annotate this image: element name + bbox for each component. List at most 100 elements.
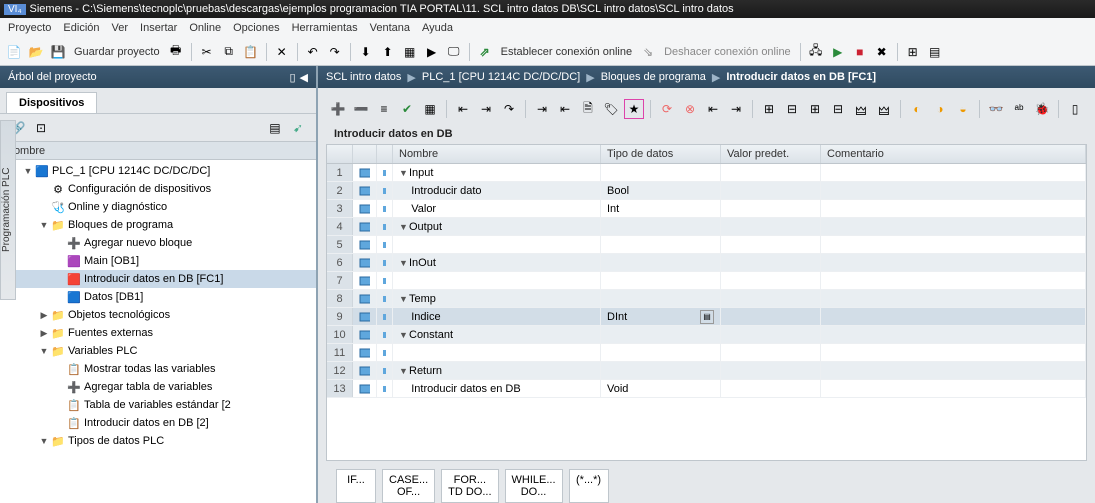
ed-tree2-icon[interactable]: 🜲 bbox=[874, 99, 894, 119]
col-valor[interactable]: Valor predet. bbox=[721, 145, 821, 163]
cell-default[interactable] bbox=[721, 254, 821, 271]
grid-row[interactable]: 11 bbox=[327, 344, 1086, 362]
cell-name[interactable] bbox=[393, 272, 601, 289]
ed-monitor1-icon[interactable]: ◐ bbox=[907, 99, 927, 119]
cell-name[interactable]: ▼Constant bbox=[393, 326, 601, 343]
expand-icon[interactable]: ▼ bbox=[38, 436, 50, 446]
cell-default[interactable] bbox=[721, 218, 821, 235]
ed-tree1-icon[interactable]: 🜲 bbox=[851, 99, 871, 119]
ed-prev-icon[interactable]: ⇤ bbox=[453, 99, 473, 119]
tree-node[interactable]: ▼📁Bloques de programa bbox=[0, 216, 316, 234]
save-icon[interactable]: 💾 bbox=[48, 42, 68, 62]
grid-row[interactable]: 7 bbox=[327, 272, 1086, 290]
tree-node[interactable]: ➕Agregar tabla de variables bbox=[0, 378, 316, 396]
menu-herramientas[interactable]: Herramientas bbox=[292, 22, 358, 34]
cell-comment[interactable] bbox=[821, 380, 1086, 397]
ed-comment-icon[interactable]: 🗎 bbox=[578, 99, 598, 119]
delete-icon[interactable]: ✕ bbox=[272, 42, 292, 62]
menu-edicion[interactable]: Edición bbox=[63, 22, 99, 34]
expand-icon[interactable]: ▼ bbox=[22, 166, 34, 176]
cell-default[interactable] bbox=[721, 290, 821, 307]
grid-row[interactable]: 6▼InOut bbox=[327, 254, 1086, 272]
tree-node[interactable]: 🟦Datos [DB1] bbox=[0, 288, 316, 306]
go-online-label[interactable]: Establecer conexión online bbox=[497, 46, 636, 58]
col-comentario[interactable]: Comentario bbox=[821, 145, 1086, 163]
cell-type[interactable] bbox=[601, 290, 721, 307]
menu-ventana[interactable]: Ventana bbox=[370, 22, 410, 34]
expand-icon[interactable]: ▼ bbox=[399, 168, 409, 178]
accessible-devices-icon[interactable]: 🖧 bbox=[806, 42, 826, 62]
ed-expand1-icon[interactable]: ⊞ bbox=[759, 99, 779, 119]
expand-icon[interactable]: ▼ bbox=[399, 294, 409, 304]
datatype-picker-icon[interactable]: ▤ bbox=[700, 310, 714, 324]
cell-type[interactable] bbox=[601, 236, 721, 253]
cell-comment[interactable] bbox=[821, 290, 1086, 307]
expand-icon[interactable]: ▼ bbox=[399, 222, 409, 232]
copy-icon[interactable]: ⧉ bbox=[219, 42, 239, 62]
grid-row[interactable]: 2 Introducir datoBool bbox=[327, 182, 1086, 200]
cell-comment[interactable] bbox=[821, 254, 1086, 271]
cell-name[interactable]: Introducir dato bbox=[393, 182, 601, 199]
ed-collapse2-icon[interactable]: ⊟ bbox=[828, 99, 848, 119]
redo-icon[interactable]: ↷ bbox=[325, 42, 345, 62]
cell-default[interactable] bbox=[721, 344, 821, 361]
ed-tag-icon[interactable]: 🏷 bbox=[601, 99, 621, 119]
cell-name[interactable]: ▼Temp bbox=[393, 290, 601, 307]
split-icon[interactable]: ⊞ bbox=[903, 42, 923, 62]
cell-type[interactable] bbox=[601, 164, 721, 181]
cell-type[interactable]: Int bbox=[601, 200, 721, 217]
tree-node[interactable]: ➕Agregar nuevo bloque bbox=[0, 234, 316, 252]
snippet-case[interactable]: CASE...OF... bbox=[382, 469, 435, 503]
ed-collapse1-icon[interactable]: ⊞ bbox=[805, 99, 825, 119]
expand-icon[interactable]: ▼ bbox=[399, 366, 409, 376]
interface-grid[interactable]: Nombre Tipo de datos Valor predet. Comen… bbox=[326, 144, 1087, 461]
ed-glasses-icon[interactable]: 👓 bbox=[986, 99, 1006, 119]
compile-icon[interactable]: ▦ bbox=[400, 42, 420, 62]
ed-build-icon[interactable]: ≡ bbox=[374, 99, 394, 119]
cell-default[interactable] bbox=[721, 326, 821, 343]
new-project-icon[interactable]: 📄 bbox=[4, 42, 24, 62]
expand-icon[interactable]: ▼ bbox=[399, 258, 409, 268]
tree-node[interactable]: 📋Mostrar todas las variables bbox=[0, 360, 316, 378]
expand-icon[interactable]: ▶ bbox=[38, 310, 50, 321]
cell-default[interactable] bbox=[721, 164, 821, 181]
cpu-start-icon[interactable]: ▶ bbox=[828, 42, 848, 62]
cell-type[interactable]: DInt▤ bbox=[601, 308, 721, 325]
cell-comment[interactable] bbox=[821, 362, 1086, 379]
tree-collapse-icon[interactable]: ◀ bbox=[300, 71, 308, 84]
ed-goto-icon[interactable]: ↷ bbox=[499, 99, 519, 119]
cell-comment[interactable] bbox=[821, 218, 1086, 235]
grid-row[interactable]: 3 ValorInt bbox=[327, 200, 1086, 218]
go-offline-icon[interactable]: ⇘ bbox=[638, 42, 658, 62]
tree-node[interactable]: 🩺Online y diagnóstico bbox=[0, 198, 316, 216]
detail-view-icon[interactable]: ⊡ bbox=[31, 118, 51, 138]
cell-name[interactable]: ▼Output bbox=[393, 218, 601, 235]
download-icon[interactable]: ⬇ bbox=[356, 42, 376, 62]
tree-node[interactable]: 🟥Introducir datos en DB [FC1] bbox=[0, 270, 316, 288]
open-project-icon[interactable]: 📂 bbox=[26, 42, 46, 62]
menu-ayuda[interactable]: Ayuda bbox=[422, 22, 453, 34]
breadcrumb-item[interactable]: PLC_1 [CPU 1214C DC/DC/DC] bbox=[422, 71, 580, 83]
ed-delete-row-icon[interactable]: ➖ bbox=[351, 99, 371, 119]
tree-node[interactable]: ▼📁Variables PLC bbox=[0, 342, 316, 360]
cross-ref-icon[interactable]: ✖ bbox=[872, 42, 892, 62]
snippet-for[interactable]: FOR...TD DO... bbox=[441, 469, 498, 503]
cut-icon[interactable]: ✂ bbox=[197, 42, 217, 62]
project-tree[interactable]: Nombre ▼🟦PLC_1 [CPU 1214C DC/DC/DC]⚙Conf… bbox=[0, 142, 316, 503]
ed-region-icon[interactable]: ⟳ bbox=[657, 99, 677, 119]
cell-type[interactable]: Bool bbox=[601, 182, 721, 199]
expand-icon[interactable]: ▼ bbox=[38, 220, 50, 230]
ed-next-icon[interactable]: ⇥ bbox=[476, 99, 496, 119]
ed-outdent-icon[interactable]: ⇤ bbox=[555, 99, 575, 119]
cell-comment[interactable] bbox=[821, 326, 1086, 343]
grid-row[interactable]: 13 Introducir datos en DBVoid bbox=[327, 380, 1086, 398]
sidebar-label[interactable]: Programación PLC bbox=[0, 120, 16, 300]
ed-bookmark-icon[interactable]: ★ bbox=[624, 99, 644, 119]
cell-type[interactable] bbox=[601, 344, 721, 361]
ed-nav1-icon[interactable]: ⇤ bbox=[703, 99, 723, 119]
tree-filter-icon[interactable]: ▤ bbox=[265, 118, 285, 138]
cell-default[interactable] bbox=[721, 200, 821, 217]
cell-name[interactable]: Indice bbox=[393, 308, 601, 325]
expand-icon[interactable]: ▼ bbox=[38, 346, 50, 356]
cell-comment[interactable] bbox=[821, 164, 1086, 181]
